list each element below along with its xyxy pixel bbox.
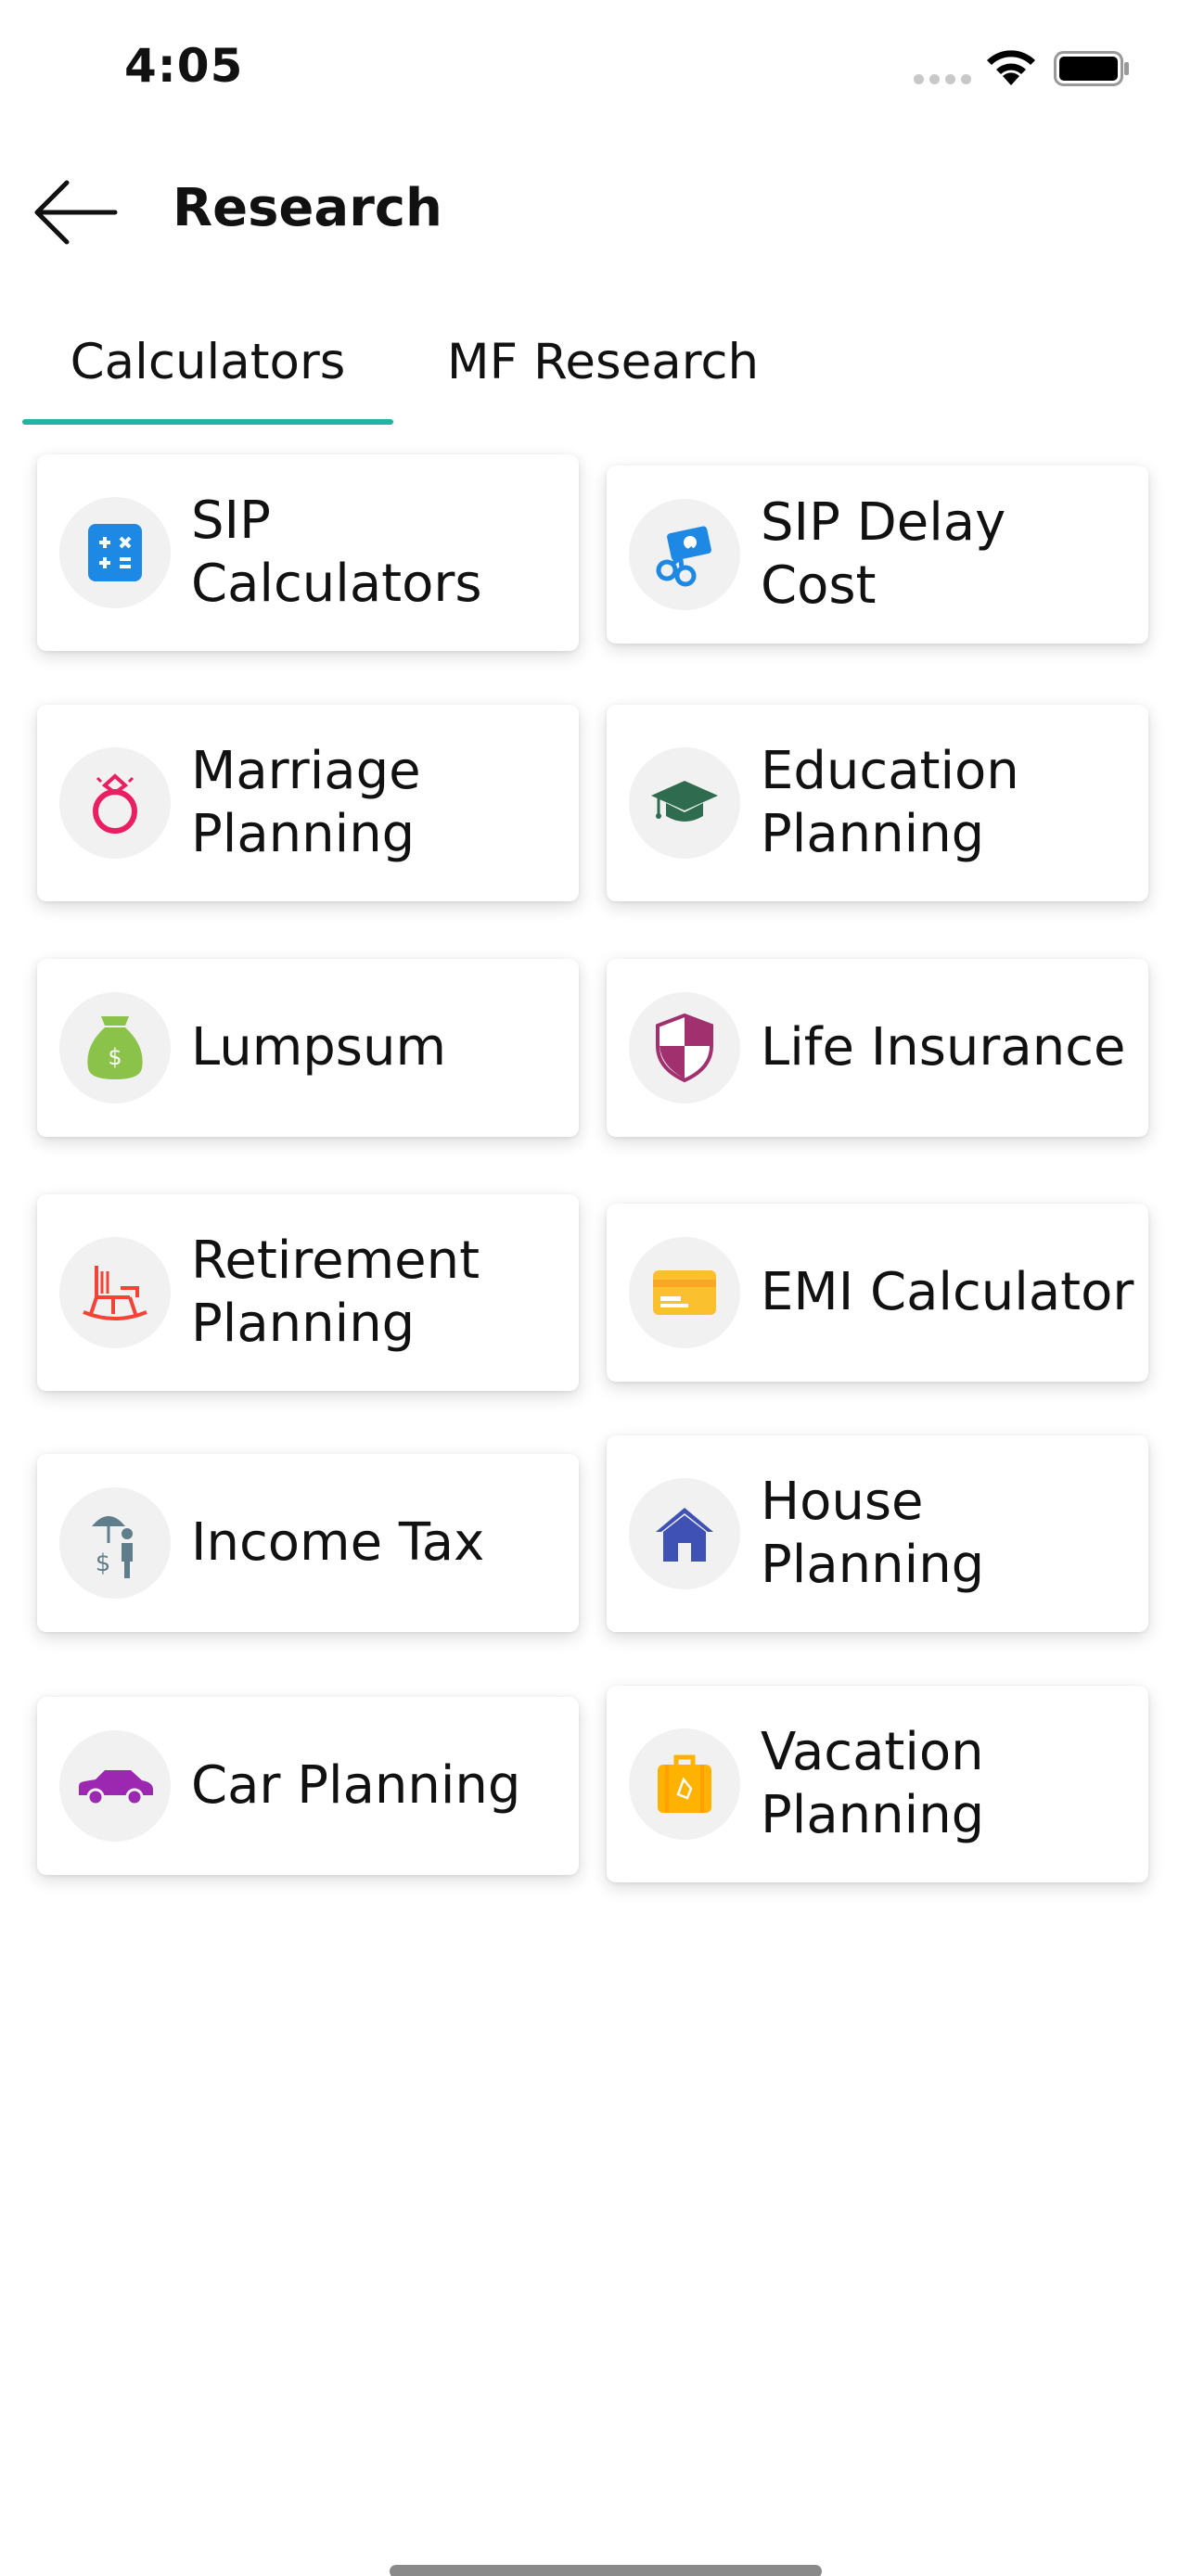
- card-label: SIP Delay Cost: [761, 492, 1006, 616]
- card-label: Income Tax: [191, 1512, 485, 1573]
- card-label: Car Planning: [191, 1755, 521, 1816]
- card-house-planning[interactable]: House Planning: [607, 1435, 1148, 1632]
- card-label: EMI Calculator: [761, 1262, 1134, 1322]
- suitcase-icon: [658, 1754, 711, 1813]
- icon-circle: [629, 1728, 740, 1840]
- icon-circle: [59, 497, 171, 608]
- card-sip-delay-cost[interactable]: SIP Delay Cost: [607, 465, 1148, 644]
- tab-bar: Calculators MF Research: [0, 325, 1191, 427]
- tab-calculators[interactable]: Calculators: [22, 325, 393, 427]
- graduation-cap-icon: [651, 781, 718, 822]
- icon-circle: [629, 1478, 740, 1589]
- status-time: 4:05: [124, 39, 244, 93]
- ring-icon: [93, 773, 137, 834]
- card-label: Marriage Planning: [191, 741, 421, 864]
- svg-text:$: $: [108, 1044, 122, 1070]
- icon-circle: $: [59, 1487, 171, 1599]
- icon-circle: [629, 747, 740, 859]
- card-label: SIP Calculators: [191, 491, 482, 614]
- card-income-tax[interactable]: $ Income Tax: [37, 1454, 579, 1632]
- back-button[interactable]: [28, 171, 121, 254]
- shield-icon: [656, 1013, 713, 1083]
- card-education-planning[interactable]: Education Planning: [607, 705, 1148, 901]
- calculator-icon: [88, 524, 142, 581]
- card-sip-calculators[interactable]: SIP Calculators: [37, 454, 579, 651]
- card-marriage-planning[interactable]: Marriage Planning: [37, 705, 579, 901]
- rocking-chair-icon: [83, 1266, 147, 1320]
- icon-circle: [629, 1237, 740, 1348]
- umbrella-person-icon: $: [92, 1516, 133, 1578]
- icon-circle: [59, 747, 171, 859]
- icon-circle: [59, 1237, 171, 1348]
- house-icon: [656, 1508, 713, 1562]
- active-tab-indicator: [22, 419, 393, 425]
- card-emi-calculator[interactable]: EMI Calculator: [607, 1204, 1148, 1382]
- status-bar: 4:05: [0, 0, 1191, 139]
- card-lumpsum[interactable]: $ Lumpsum: [37, 959, 579, 1137]
- card-label: Vacation Planning: [761, 1722, 985, 1845]
- icon-circle: [59, 1730, 171, 1842]
- card-life-insurance[interactable]: Life Insurance: [607, 959, 1148, 1137]
- wifi-icon: [987, 50, 1035, 85]
- money-bag-icon: $: [87, 1016, 143, 1079]
- card-label: Education Planning: [761, 741, 1019, 864]
- credit-card-icon: [653, 1270, 716, 1315]
- icon-circle: [629, 499, 740, 610]
- money-cut-icon: [656, 526, 711, 587]
- icon-circle: $: [59, 992, 171, 1103]
- app-header: Research: [0, 148, 1191, 269]
- card-label: Retirement Planning: [191, 1231, 480, 1354]
- card-label: Lumpsum: [191, 1017, 447, 1078]
- card-retirement-planning[interactable]: Retirement Planning: [37, 1194, 579, 1391]
- card-label: House Planning: [761, 1472, 985, 1595]
- svg-text:$: $: [96, 1549, 111, 1577]
- signal-icon: [914, 74, 971, 84]
- card-vacation-planning[interactable]: Vacation Planning: [607, 1686, 1148, 1882]
- tab-mf-research[interactable]: MF Research: [408, 325, 798, 427]
- page-title: Research: [173, 178, 442, 238]
- home-indicator[interactable]: [390, 2565, 822, 2576]
- card-label: Life Insurance: [761, 1017, 1126, 1078]
- back-arrow-icon: [34, 180, 118, 245]
- icon-circle: [629, 992, 740, 1103]
- car-icon: [79, 1770, 153, 1806]
- card-car-planning[interactable]: Car Planning: [37, 1697, 579, 1875]
- battery-icon: [1054, 51, 1129, 86]
